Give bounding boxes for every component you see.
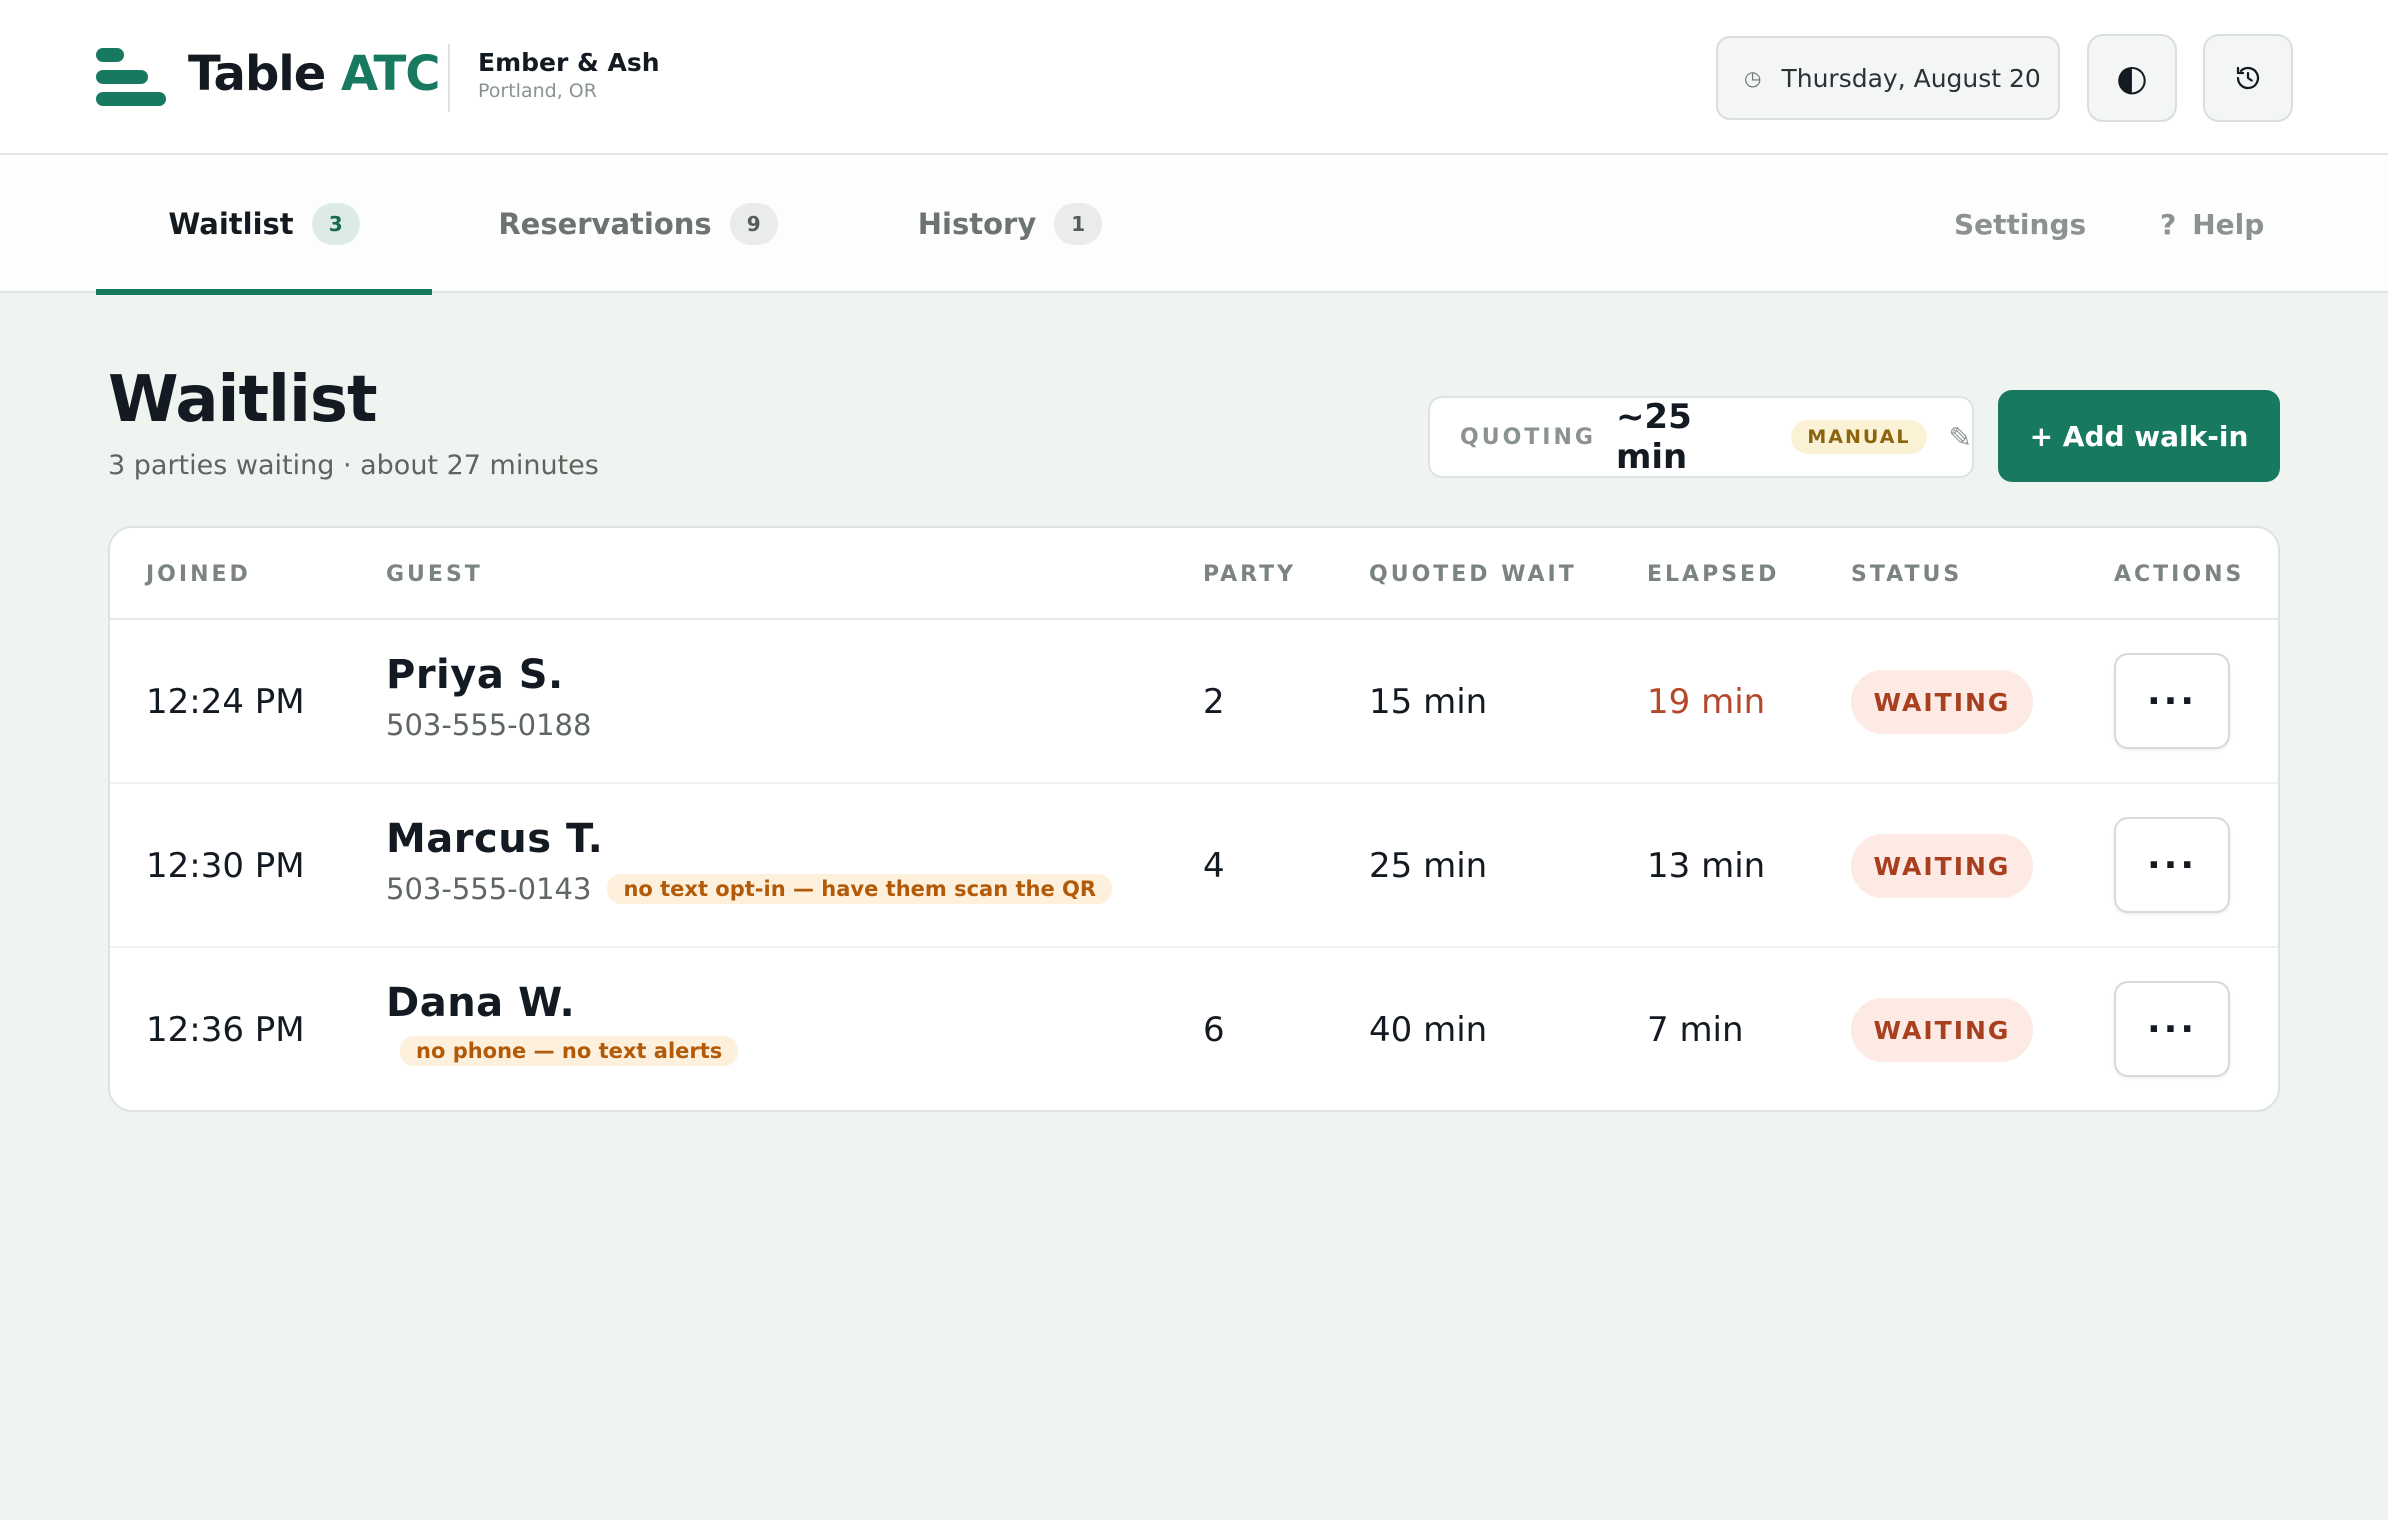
tab-count-badge: 1 [1054, 203, 1103, 245]
page-title: Waitlist [108, 363, 378, 437]
clock-icon: ◷ [1744, 66, 1762, 90]
venue-name: Ember & Ash [478, 48, 660, 77]
joined-time: 12:36 PM [146, 1010, 305, 1050]
status-cell: WAITING [1851, 620, 2033, 784]
table-row[interactable]: 12:36 PM Dana W. no phone — no text aler… [110, 948, 2278, 1110]
add-walk-in-button[interactable]: + Add walk-in [1998, 390, 2280, 482]
elapsed-time: 19 min [1647, 682, 1766, 722]
column-header-guest: GUEST [386, 561, 483, 587]
help-link[interactable]: ? Help [2160, 155, 2264, 293]
quoted-wait: 15 min [1369, 682, 1488, 722]
quoted-wait: 25 min [1369, 846, 1488, 886]
date-picker[interactable]: ◷ Thursday, August 20 [1716, 36, 2060, 120]
column-header-status: STATUS [1851, 561, 1963, 587]
quoting-control[interactable]: QUOTING ~25 min MANUAL ✎ [1428, 396, 1974, 478]
help-icon: ? [2160, 207, 2177, 241]
history-icon [2236, 66, 2260, 90]
theme-toggle-button[interactable]: ◐ [2087, 34, 2177, 122]
tab-label: Waitlist [168, 207, 294, 241]
tab-count-badge: 3 [311, 203, 360, 245]
tab-label: History [917, 207, 1037, 241]
table-header: JOINED GUEST PARTY QUOTED WAIT ELAPSED S… [110, 528, 2278, 620]
quoting-label: QUOTING [1460, 424, 1596, 450]
quoting-value: ~25 min [1615, 397, 1692, 477]
guest-phone: 503-555-0188 [386, 708, 592, 742]
guest-note-badge: no text opt-in — have them scan the QR [607, 874, 1113, 904]
guest-meta: 503-555-0188 [386, 708, 607, 742]
half-circle-icon: ◐ [2116, 57, 2148, 99]
guest-meta: 503-555-0143 no text opt-in — have them … [386, 872, 1113, 906]
guest-name: Marcus T. [386, 816, 604, 862]
column-header-joined: JOINED [146, 561, 251, 587]
status-cell: WAITING [1851, 784, 2033, 948]
brand-name: Table ATC [188, 46, 440, 102]
row-actions-button[interactable]: ··· [2114, 981, 2230, 1077]
quoted-wait: 40 min [1369, 1010, 1488, 1050]
status-badge: WAITING [1851, 670, 2033, 734]
status-cell: WAITING [1851, 948, 2033, 1110]
brand-divider [448, 44, 450, 112]
venue-location: Portland, OR [478, 80, 597, 102]
page-subtitle: 3 parties waiting · about 27 minutes [108, 450, 599, 481]
row-actions-button[interactable]: ··· [2114, 817, 2230, 913]
tab-bar: Waitlist 3 Reservations 9 History 1 Sett… [0, 155, 2388, 295]
guest-name: Dana W. [386, 980, 576, 1026]
column-header-elapsed: ELAPSED [1647, 561, 1780, 587]
top-bar: Table ATC Ember & Ash Portland, OR ◷ Thu… [0, 0, 2388, 155]
joined-time: 12:24 PM [146, 682, 305, 722]
column-header-quoted-wait: QUOTED WAIT [1369, 561, 1577, 587]
pencil-icon[interactable]: ✎ [1949, 421, 1972, 454]
guest-meta: no phone — no text alerts [400, 1036, 739, 1066]
elapsed-time: 7 min [1647, 1010, 1744, 1050]
tab-waitlist[interactable]: Waitlist 3 [96, 155, 432, 295]
column-header-party: PARTY [1203, 561, 1297, 587]
guest-name: Priya S. [386, 652, 564, 698]
tab-history[interactable]: History 1 [880, 155, 1140, 293]
guest-note-badge: no phone — no text alerts [400, 1036, 739, 1066]
help-label: Help [2192, 207, 2265, 241]
party-size: 4 [1203, 846, 1225, 886]
guest-phone: 503-555-0143 [386, 872, 592, 906]
waitlist-table: JOINED GUEST PARTY QUOTED WAIT ELAPSED S… [108, 526, 2280, 1112]
table-row[interactable]: 12:24 PM Priya S. 503-555-0188 2 15 min … [110, 620, 2278, 784]
party-size: 2 [1203, 682, 1225, 722]
column-header-actions: ACTIONS [2114, 561, 2245, 587]
logo-icon [96, 48, 166, 106]
status-badge: WAITING [1851, 998, 2033, 1062]
elapsed-time: 13 min [1647, 846, 1766, 886]
settings-link[interactable]: Settings [1954, 155, 2086, 293]
row-actions-button[interactable]: ··· [2114, 653, 2230, 749]
table-row[interactable]: 12:30 PM Marcus T. 503-555-0143 no text … [110, 784, 2278, 948]
joined-time: 12:30 PM [146, 846, 305, 886]
party-size: 6 [1203, 1010, 1225, 1050]
status-badge: WAITING [1851, 834, 2033, 898]
tab-label: Reservations [498, 207, 712, 241]
quoting-mode-badge: MANUAL [1791, 420, 1927, 454]
history-button[interactable] [2203, 34, 2293, 122]
tab-reservations[interactable]: Reservations 9 [470, 155, 806, 293]
tab-count-badge: 9 [729, 203, 778, 245]
date-label: Thursday, August 20 [1781, 63, 2041, 93]
